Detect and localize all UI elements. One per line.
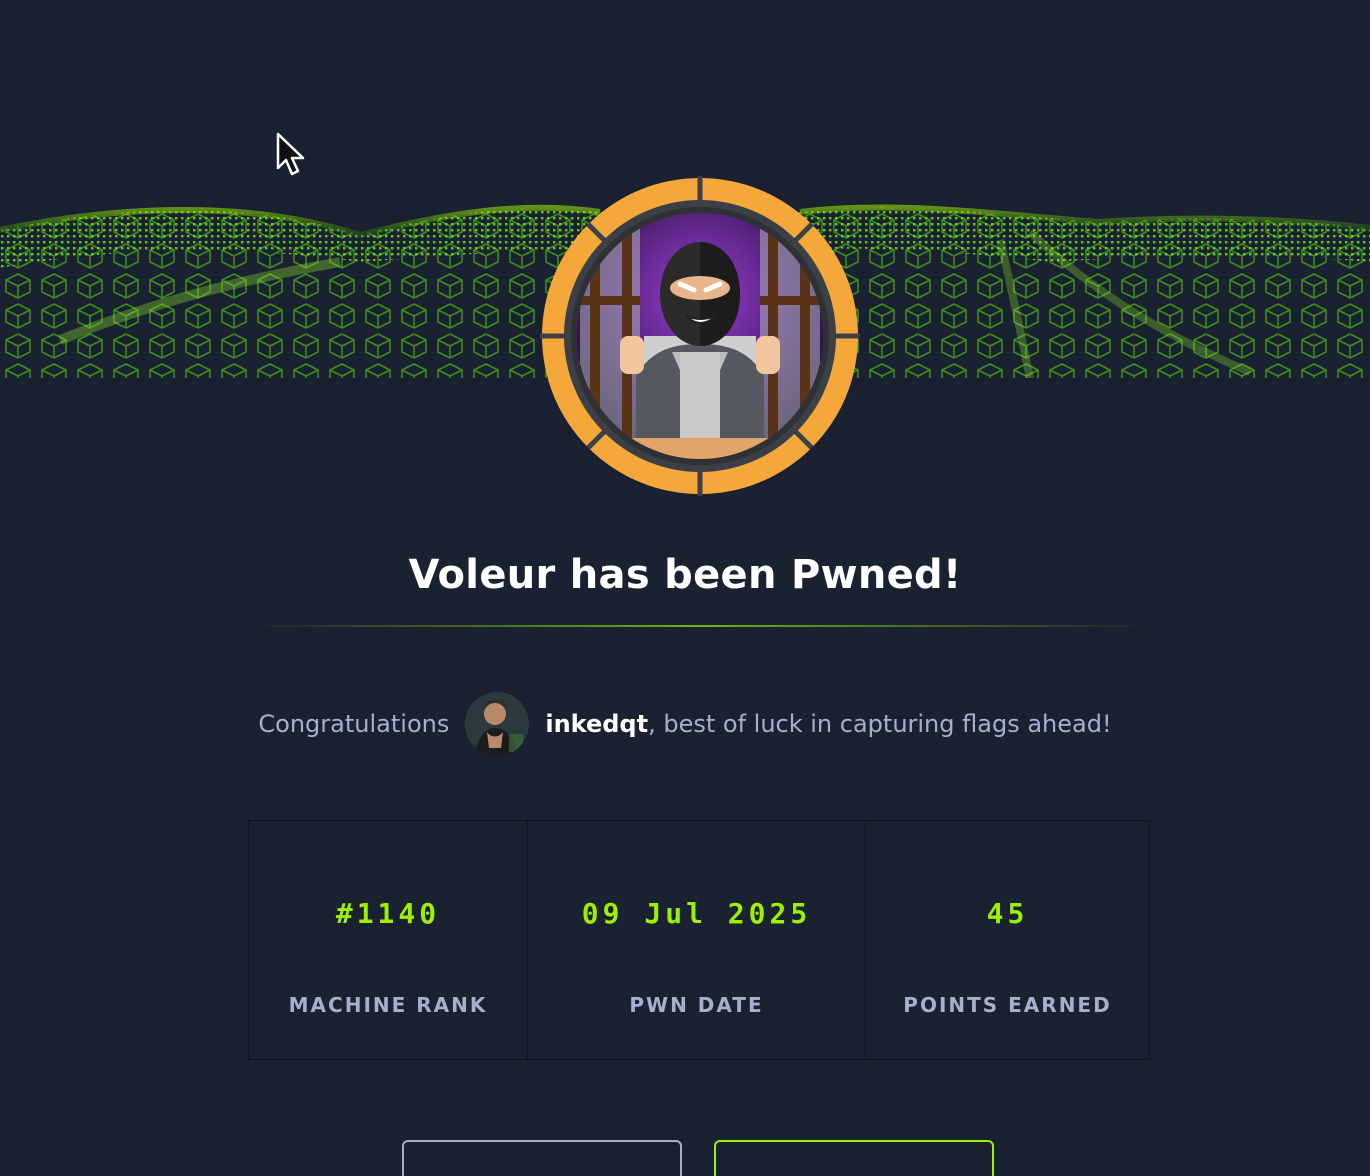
thief-behind-bars-icon: [540, 176, 860, 496]
stat-points-earned: 45 POINTS EARNED: [866, 821, 1149, 1059]
machine-badge: [540, 176, 860, 496]
stats-panel: #1140 MACHINE RANK 09 Jul 2025 PWN DATE …: [248, 820, 1150, 1060]
mouse-pointer-icon: [276, 132, 306, 180]
user-avatar-icon[interactable]: [465, 692, 530, 756]
pwn-date-value: 09 Jul 2025: [581, 897, 812, 930]
username-link[interactable]: inkedqt: [545, 710, 648, 738]
machine-rank-label: MACHINE RANK: [288, 993, 488, 1017]
machine-rank-value: #1140: [335, 897, 441, 930]
stat-machine-rank: #1140 MACHINE RANK: [249, 821, 528, 1059]
secondary-action-button[interactable]: [402, 1140, 682, 1176]
points-earned-label: POINTS EARNED: [903, 993, 1112, 1017]
title-divider: [250, 625, 1150, 627]
primary-action-button[interactable]: [714, 1140, 994, 1176]
pwn-date-label: PWN DATE: [629, 993, 764, 1017]
points-earned-value: 45: [986, 897, 1029, 930]
congrats-prefix: Congratulations: [258, 710, 450, 738]
page-title: Voleur has been Pwned!: [408, 552, 962, 598]
congrats-suffix: , best of luck in capturing flags ahead!: [648, 710, 1112, 738]
congratulations-message: Congratulations inkedqt , best of luck i…: [0, 692, 1370, 756]
stat-pwn-date: 09 Jul 2025 PWN DATE: [528, 821, 866, 1059]
